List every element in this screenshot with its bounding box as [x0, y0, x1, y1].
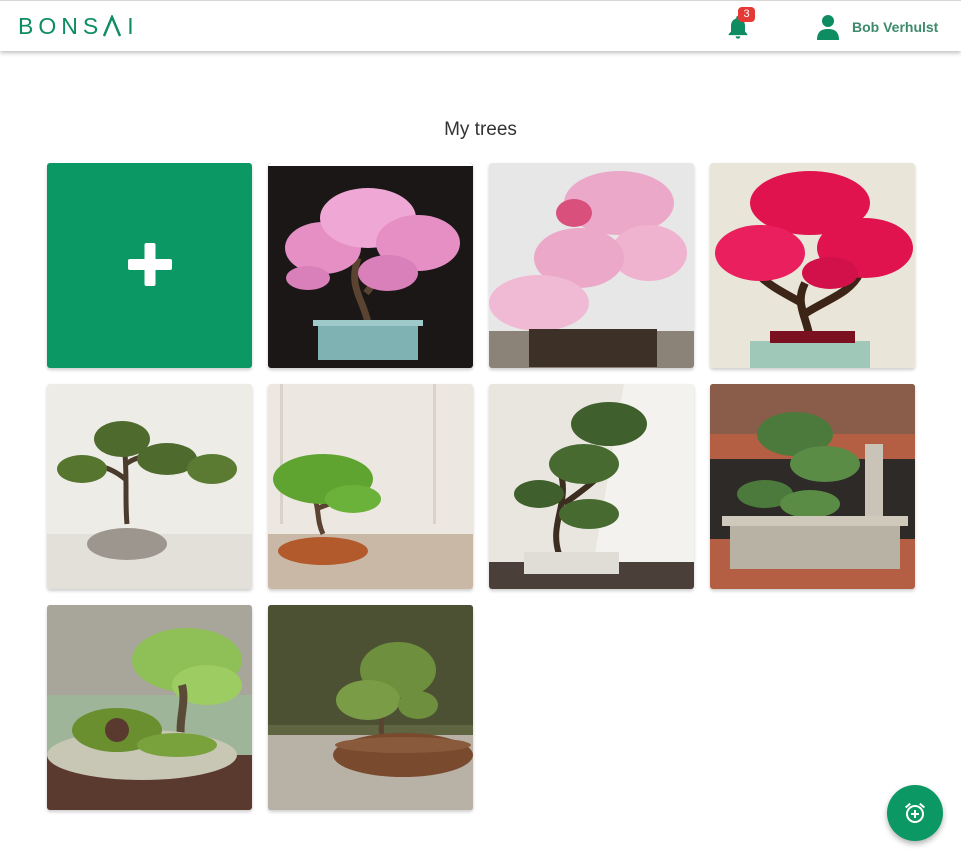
pink-mimosa-bonsai-image: [268, 163, 473, 368]
user-avatar-icon: [817, 15, 839, 40]
user-menu[interactable]: Bob Verhulst: [816, 13, 938, 41]
tree-card-pink-azalea[interactable]: [489, 163, 694, 368]
red-maple-bonsai-image: [710, 163, 915, 368]
tree-card-hobbit-house[interactable]: [47, 605, 252, 810]
top-navbar: BONS I 3 Bob Verhulst: [0, 0, 961, 51]
hobbit-house-bonsai-image: [47, 605, 252, 810]
juniper-bonsai-round-pot-image: [268, 384, 473, 589]
temple-bonsai-stone-planter-image: [710, 384, 915, 589]
alarm-add-icon: [905, 802, 925, 823]
page-title: My trees: [444, 119, 517, 140]
cascade-bonsai-white-pot-image: [489, 384, 694, 589]
bonsai-logo[interactable]: BONS I: [18, 13, 134, 39]
logo-text-part1: BONS: [18, 12, 104, 39]
logo-a-mark-icon: [103, 15, 122, 37]
user-name: Bob Verhulst: [852, 19, 939, 35]
pink-azalea-bonsai-image: [489, 163, 694, 368]
trees-grid: [47, 163, 915, 810]
tree-card-juniper[interactable]: [268, 384, 473, 589]
pine-bonsai-stone-pot-image: [47, 384, 252, 589]
add-reminder-fab[interactable]: [887, 785, 943, 841]
logo-text-part2: I: [127, 12, 134, 39]
tree-card-temple[interactable]: [710, 384, 915, 589]
tree-card-pine[interactable]: [47, 384, 252, 589]
notification-count-badge: 3: [738, 7, 755, 22]
tree-card-pink-mimosa[interactable]: [268, 163, 473, 368]
plus-icon: [128, 243, 172, 286]
tree-card-red-maple[interactable]: [710, 163, 915, 368]
tree-card-wooden-bowl[interactable]: [268, 605, 473, 810]
tree-card-cascade[interactable]: [489, 384, 694, 589]
add-tree-button[interactable]: [47, 163, 252, 368]
small-bonsai-wooden-bowl-image: [268, 605, 473, 810]
